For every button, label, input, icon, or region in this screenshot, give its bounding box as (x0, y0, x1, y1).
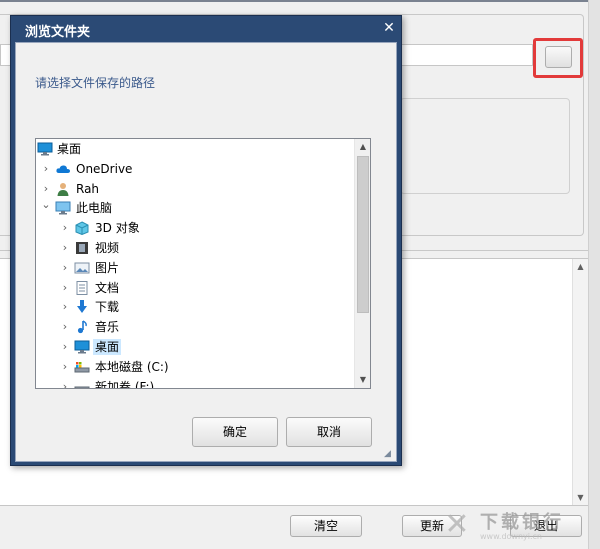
tree-item[interactable]: ⌄ 此电脑 (36, 198, 354, 218)
close-icon[interactable]: ✕ (380, 19, 398, 37)
options-panel (400, 98, 570, 194)
tree-item-label: 音乐 (95, 320, 120, 335)
document-icon (74, 280, 90, 295)
download-icon (74, 300, 90, 314)
resize-grip-icon[interactable]: ◢ (384, 449, 394, 459)
tree-item[interactable]: › 3D 对象 (36, 218, 354, 238)
tree-item-label: OneDrive (76, 161, 133, 176)
video-icon (74, 241, 90, 255)
tree-item-label: 文档 (95, 280, 120, 295)
ok-button[interactable]: 确定 (192, 417, 278, 447)
tree-item[interactable]: › 文档 (36, 278, 354, 298)
desktop-icon (74, 340, 90, 354)
window-edge-scrollbar[interactable] (588, 0, 600, 549)
pictures-icon (74, 261, 90, 275)
tree-item-label: Rah (76, 181, 100, 196)
music-icon (74, 320, 90, 334)
browse-button-highlight (533, 38, 583, 78)
tree-item[interactable]: › Rah (36, 179, 354, 199)
tree-item[interactable]: › 音乐 (36, 317, 354, 337)
tree-item-label: 本地磁盘 (C:) (95, 359, 169, 374)
tree-item-label: 3D 对象 (95, 221, 140, 236)
tree-item[interactable]: › 本地磁盘 (C:) (36, 357, 354, 377)
tree-item-label: 图片 (95, 260, 120, 275)
scroll-up-arrow-icon[interactable]: ▲ (573, 259, 588, 274)
chevron-right-icon[interactable]: › (59, 379, 71, 388)
cube-icon (74, 221, 90, 236)
tree-item[interactable]: › 新加卷 (F:) (36, 377, 354, 389)
clear-button[interactable]: 清空 (290, 515, 362, 537)
folder-tree: 桌面 › OneDrive › Rah ⌄ 此电脑 › 3D 对象 › 视频 › 图片 › 文档 › 下载 › 音乐… (35, 138, 371, 389)
dialog-title: 浏览文件夹 (25, 25, 91, 40)
tree-item-label: 桌面 (93, 339, 122, 355)
log-scrollbar[interactable]: ▲ ▼ (572, 259, 588, 505)
watermark: ✕ 下载银行 www.downyi.cn (440, 502, 588, 546)
scroll-up-arrow-icon[interactable]: ▲ (355, 139, 370, 155)
scroll-thumb[interactable] (357, 156, 369, 313)
watermark-url: www.downyi.cn (480, 532, 542, 541)
watermark-logo-icon: ✕ (444, 507, 470, 542)
drive-c-icon (74, 360, 90, 374)
tree-item-label: 新加卷 (F:) (95, 379, 155, 389)
chevron-right-icon[interactable]: › (59, 299, 71, 315)
tree-item[interactable]: › OneDrive (36, 159, 354, 179)
dialog-body: 请选择文件保存的路径 桌面 › OneDrive › Rah ⌄ 此电脑 › 3D 对象 › 视频 ›… (15, 42, 397, 462)
user-icon (55, 182, 71, 196)
chevron-right-icon[interactable]: › (59, 240, 71, 256)
chevron-down-icon[interactable]: ⌄ (40, 199, 52, 216)
drive-icon (74, 380, 90, 388)
tree-item[interactable]: 桌面 (36, 139, 354, 159)
chevron-right-icon[interactable]: › (59, 280, 71, 296)
cancel-button[interactable]: 取消 (286, 417, 372, 447)
chevron-right-icon[interactable]: › (40, 181, 52, 197)
chevron-right-icon[interactable]: › (40, 161, 52, 177)
tree-item-label: 下载 (95, 300, 120, 315)
tree-item[interactable]: › 视频 (36, 238, 354, 258)
dialog-prompt: 请选择文件保存的路径 (35, 76, 156, 90)
watermark-text: 下载银行 (480, 512, 564, 533)
tree-item[interactable]: › 桌面 (36, 337, 354, 357)
computer-icon (55, 201, 71, 215)
chevron-right-icon[interactable]: › (59, 359, 71, 375)
cloud-icon (55, 162, 71, 176)
desktop-icon (37, 142, 53, 156)
scroll-down-arrow-icon[interactable]: ▼ (355, 372, 370, 388)
chevron-right-icon[interactable]: › (59, 260, 71, 276)
tree-item[interactable]: › 下载 (36, 297, 354, 317)
chevron-right-icon[interactable]: › (59, 319, 71, 335)
tree-item-label: 此电脑 (76, 201, 113, 216)
tree-item[interactable]: › 图片 (36, 258, 354, 278)
app-top-border (0, 0, 600, 2)
tree-item-label: 视频 (95, 241, 120, 255)
chevron-right-icon[interactable]: › (59, 220, 71, 236)
browse-folder-dialog: 浏览文件夹 ✕ 请选择文件保存的路径 桌面 › OneDrive › Rah ⌄ 此电脑 › 3… (10, 15, 402, 466)
chevron-right-icon[interactable]: › (59, 339, 71, 355)
tree-scrollbar[interactable]: ▲ ▼ (354, 139, 370, 388)
tree-item-label: 桌面 (57, 142, 82, 156)
